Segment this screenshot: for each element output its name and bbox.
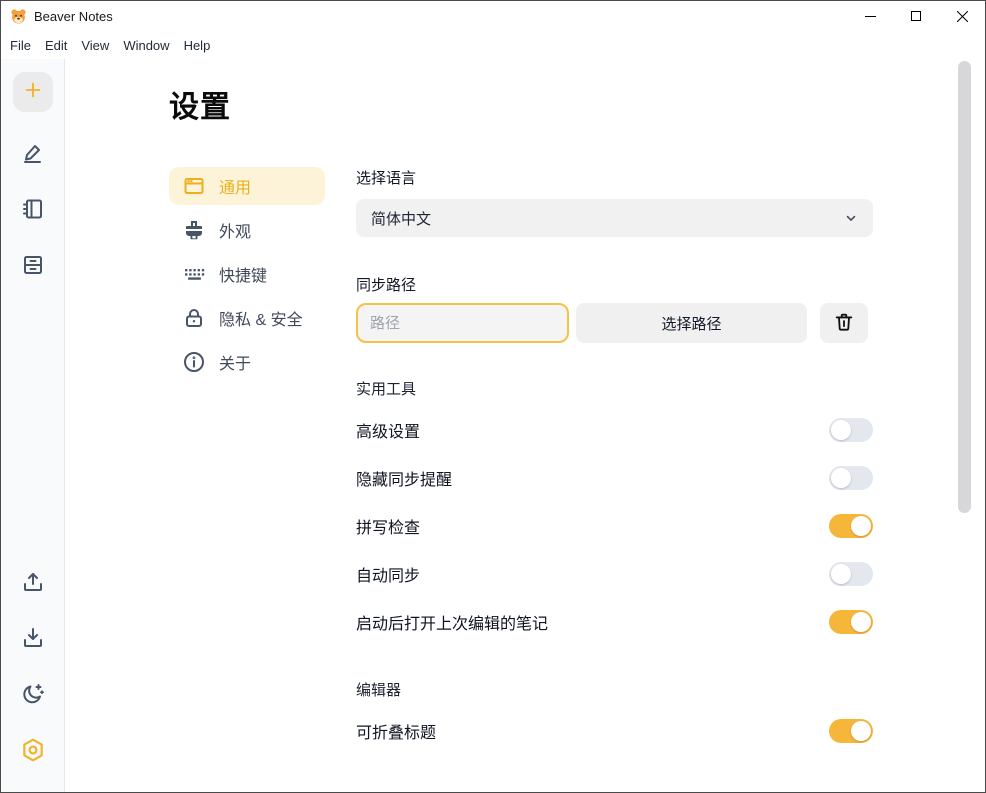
download-icon	[21, 626, 45, 655]
upload-icon	[21, 570, 45, 599]
setting-row-hide-sync-reminder: 隐藏同步提醒	[356, 454, 873, 502]
minimize-button[interactable]	[847, 1, 893, 31]
toggle-collapsible-headings[interactable]	[829, 719, 873, 743]
setting-label: 高级设置	[356, 418, 420, 442]
setting-label: 启动后打开上次编辑的笔记	[356, 610, 548, 634]
toggle-knob	[851, 612, 871, 632]
window-controls	[847, 1, 985, 31]
pencil-icon	[21, 141, 45, 170]
page-title: 设置	[169, 82, 985, 126]
toggle-knob	[831, 468, 851, 488]
menu-view[interactable]: View	[74, 35, 116, 56]
keyboard-icon	[182, 262, 206, 286]
notebook-button[interactable]	[20, 198, 46, 224]
language-select[interactable]: 简体中文	[356, 199, 873, 237]
nav-label: 关于	[219, 350, 251, 374]
info-icon	[182, 350, 206, 374]
maximize-button[interactable]	[893, 1, 939, 31]
notebook-icon	[21, 197, 45, 226]
setting-row-open-last-note: 启动后打开上次编辑的笔记	[356, 598, 873, 646]
sync-path-label: 同步路径	[356, 274, 873, 295]
choose-path-button[interactable]: 选择路径	[576, 303, 807, 343]
toggle-spellcheck[interactable]	[829, 514, 873, 538]
setting-label: 自动同步	[356, 562, 420, 586]
menu-file[interactable]: File	[3, 35, 38, 56]
add-note-button[interactable]	[13, 72, 53, 112]
scrollbar[interactable]	[958, 61, 971, 513]
nav-label: 通用	[219, 174, 251, 198]
dark-mode-button[interactable]	[20, 683, 46, 709]
trash-icon	[833, 311, 855, 336]
clear-path-button[interactable]	[820, 303, 868, 343]
sidebar	[1, 59, 65, 793]
archive-icon	[21, 253, 45, 282]
nav-item-about[interactable]: 关于	[169, 343, 325, 381]
chevron-down-icon	[844, 211, 858, 225]
edit-note-button[interactable]	[20, 142, 46, 168]
language-label: 选择语言	[356, 167, 873, 188]
export-button[interactable]	[20, 571, 46, 597]
toggle-knob	[831, 420, 851, 440]
setting-row-collapsible-headings: 可折叠标题	[356, 707, 873, 755]
nav-item-privacy-security[interactable]: 隐私 & 安全	[169, 299, 325, 337]
menubar: File Edit View Window Help	[1, 31, 985, 59]
setting-row-advanced: 高级设置	[356, 406, 873, 454]
toggle-knob	[831, 564, 851, 584]
window-title: Beaver Notes	[34, 9, 113, 24]
toggle-knob	[851, 516, 871, 536]
nav-item-shortcuts[interactable]: 快捷键	[169, 255, 325, 293]
settings-nav: 通用 外观 快捷键	[169, 167, 325, 793]
window-icon	[182, 174, 206, 198]
setting-row-spellcheck: 拼写检查	[356, 502, 873, 550]
close-button[interactable]	[939, 1, 985, 31]
toggle-advanced-settings[interactable]	[829, 418, 873, 442]
utilities-header: 实用工具	[356, 378, 873, 399]
sync-path-input[interactable]	[356, 303, 569, 343]
toggle-auto-sync[interactable]	[829, 562, 873, 586]
settings-content: 选择语言 简体中文 同步路径 选择路径	[356, 167, 873, 793]
toggle-knob	[851, 721, 871, 741]
setting-row-auto-sync: 自动同步	[356, 550, 873, 598]
setting-label: 拼写检查	[356, 514, 420, 538]
editor-header: 编辑器	[356, 679, 873, 700]
toggle-open-last-edited-note[interactable]	[829, 610, 873, 634]
nav-item-appearance[interactable]: 外观	[169, 211, 325, 249]
settings-page: 设置 通用 外观	[65, 59, 985, 793]
beaver-logo-icon	[10, 8, 27, 25]
menu-window[interactable]: Window	[116, 35, 176, 56]
gear-icon	[20, 737, 46, 768]
nav-item-general[interactable]: 通用	[169, 167, 325, 205]
titlebar: Beaver Notes	[1, 1, 985, 31]
language-selected-value: 简体中文	[371, 208, 431, 229]
menu-help[interactable]: Help	[177, 35, 218, 56]
settings-button[interactable]	[20, 739, 46, 765]
nav-label: 快捷键	[219, 262, 267, 286]
plus-icon	[22, 79, 44, 106]
nav-label: 隐私 & 安全	[219, 306, 303, 330]
archive-button[interactable]	[20, 254, 46, 280]
brush-icon	[182, 218, 206, 242]
lock-icon	[182, 306, 206, 330]
menu-edit[interactable]: Edit	[38, 35, 74, 56]
app-window: Beaver Notes File Edit View Window Help	[0, 0, 986, 793]
sidebar-bottom	[20, 556, 46, 780]
setting-label: 隐藏同步提醒	[356, 466, 452, 490]
moon-icon	[21, 682, 45, 711]
import-button[interactable]	[20, 627, 46, 653]
import-export-header: 导入/导出数据	[356, 789, 873, 793]
toggle-hide-sync-reminder[interactable]	[829, 466, 873, 490]
nav-label: 外观	[219, 218, 251, 242]
setting-label: 可折叠标题	[356, 719, 436, 743]
